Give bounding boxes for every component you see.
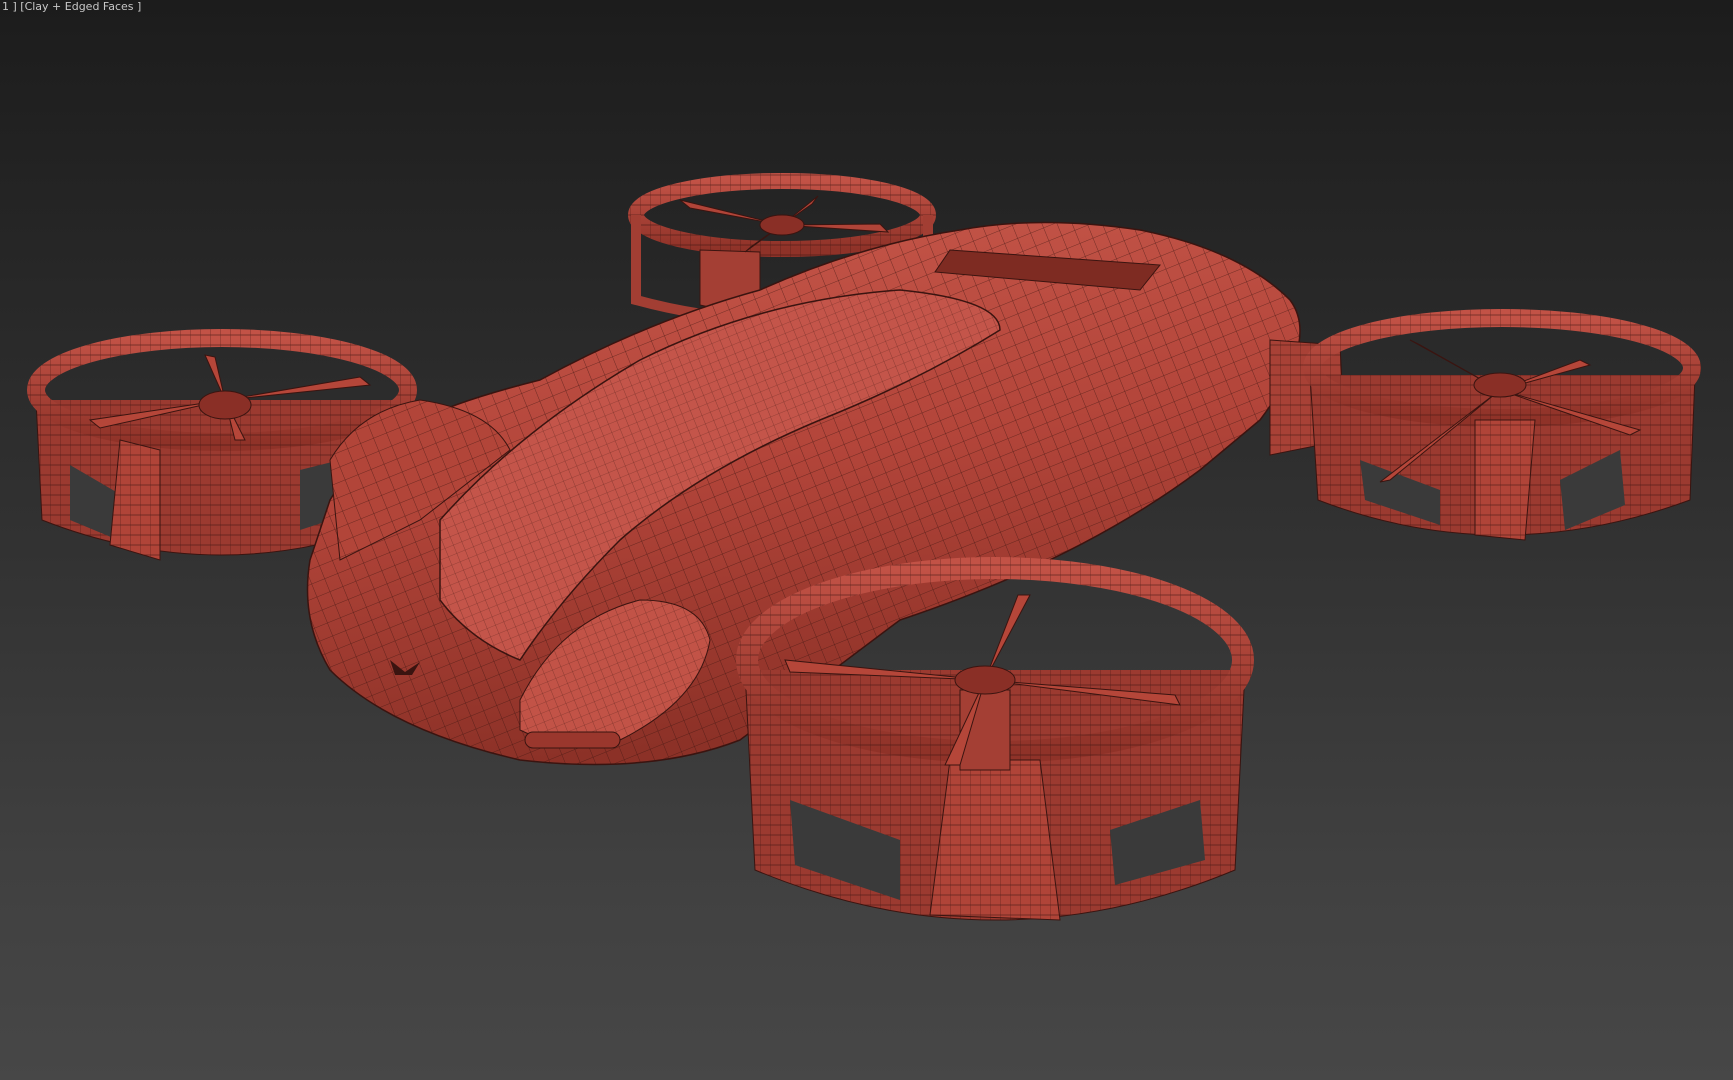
viewport-3d[interactable]: 1 ] [Clay + Edged Faces ] <box>0 0 1733 1080</box>
viewport-label[interactable]: 1 ] [Clay + Edged Faces ] <box>0 0 143 13</box>
drone-model[interactable] <box>0 0 1733 1080</box>
rotor-back-right[interactable] <box>1303 309 1701 541</box>
